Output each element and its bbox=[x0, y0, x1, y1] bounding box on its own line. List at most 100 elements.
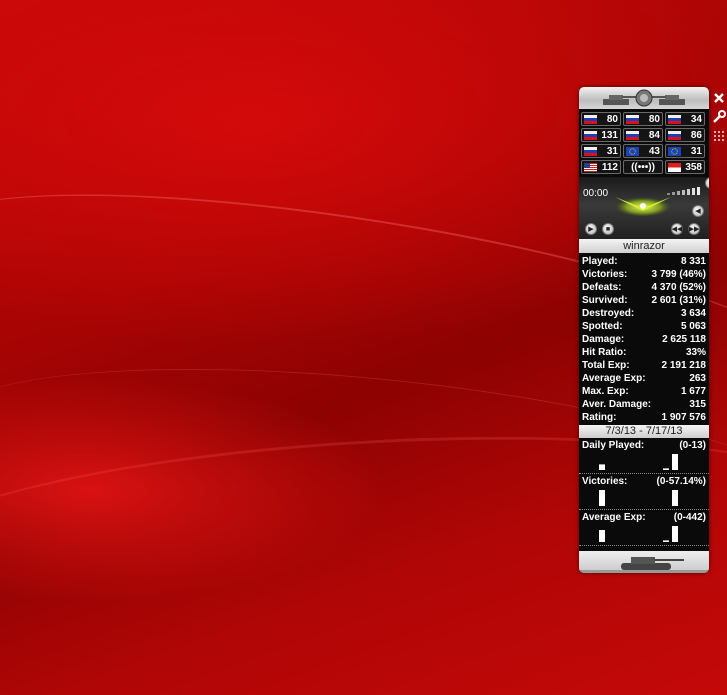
tank-count: 34 bbox=[690, 113, 702, 125]
nation-cell-ussr: 80 bbox=[623, 112, 663, 126]
tank-count: 358 bbox=[685, 161, 702, 173]
nation-cell-singapore: 358 bbox=[665, 160, 705, 174]
stat-row: Max. Exp: 1 677 bbox=[582, 385, 706, 398]
stat-value: 33% bbox=[685, 347, 706, 358]
nation-cell-ussr: 80 bbox=[581, 112, 621, 126]
nation-cell-ussr: 131 bbox=[581, 128, 621, 142]
eu-flag-icon bbox=[626, 146, 639, 156]
mini-chart: Daily Played: (0-13) bbox=[579, 438, 709, 474]
nation-cell-ussr: 31 bbox=[581, 144, 621, 158]
stat-row: Damage: 2 625 118 bbox=[582, 333, 706, 346]
broadcast-icon: ((•••)) bbox=[631, 161, 655, 173]
tank-count: 43 bbox=[648, 145, 660, 157]
stat-value: 8 331 bbox=[680, 256, 706, 267]
stat-row: Aver. Damage: 315 bbox=[582, 398, 706, 411]
stat-value: 2 625 118 bbox=[662, 334, 706, 345]
nation-cell-usa: 112 bbox=[581, 160, 621, 174]
stat-value: 3 634 bbox=[680, 308, 706, 319]
stat-label: Average Exp: bbox=[582, 373, 646, 384]
stat-value: 3 799 (46%) bbox=[651, 269, 706, 280]
mini-chart-bar bbox=[663, 468, 669, 470]
stat-label: Aver. Damage: bbox=[582, 399, 652, 410]
stat-label: Destroyed: bbox=[582, 308, 635, 319]
username-label: winrazor bbox=[579, 239, 709, 253]
mini-charts: Daily Played: (0-13) Victories: (0-57.14%) A… bbox=[579, 438, 709, 546]
tank-count: 112 bbox=[601, 161, 618, 173]
mini-chart: Victories: (0-57.14%) bbox=[579, 474, 709, 510]
tank-count: 31 bbox=[690, 145, 702, 157]
ussr-flag-icon bbox=[626, 130, 639, 140]
stat-label: Survived: bbox=[582, 295, 628, 306]
tank-count: 131 bbox=[601, 129, 618, 141]
mute-button[interactable] bbox=[705, 177, 709, 189]
ussr-flag-icon bbox=[584, 114, 597, 124]
wot-stats-gadget[interactable]: 80 80 34 131 84 86 31 43 31 112 ((•••)) 358 00:00 bbox=[579, 87, 709, 573]
singapore-flag-icon bbox=[668, 162, 681, 172]
nation-cell-eu: 43 bbox=[623, 144, 663, 158]
mini-chart-bar bbox=[599, 464, 605, 470]
stat-value: 2 601 (31%) bbox=[651, 295, 706, 306]
nation-cell-broadcast: ((•••)) bbox=[623, 160, 663, 174]
stat-label: Max. Exp: bbox=[582, 386, 629, 397]
stat-row: Played: 8 331 bbox=[582, 255, 706, 268]
stop-button[interactable]: ■ bbox=[602, 223, 614, 235]
stat-row: Spotted: 5 063 bbox=[582, 320, 706, 333]
close-icon[interactable] bbox=[712, 91, 726, 105]
wrench-icon[interactable] bbox=[712, 110, 726, 124]
stat-label: Played: bbox=[582, 256, 618, 267]
grip-icon[interactable] bbox=[713, 130, 725, 144]
stat-label: Damage: bbox=[582, 334, 625, 345]
stat-row: Hit Ratio: 33% bbox=[582, 346, 706, 359]
stat-row: Rating: 1 907 576 bbox=[582, 411, 706, 424]
tank-count: 86 bbox=[690, 129, 702, 141]
stat-label: Spotted: bbox=[582, 321, 623, 332]
stat-label: Defeats: bbox=[582, 282, 622, 293]
tank-logo-icon bbox=[603, 89, 685, 107]
ussr-flag-icon bbox=[668, 130, 681, 140]
play-button[interactable]: ▶ bbox=[585, 223, 597, 235]
mini-chart: Average Exp: (0-442) bbox=[579, 510, 709, 546]
previous-button[interactable]: ◀◀ bbox=[671, 223, 683, 235]
drag-handle[interactable] bbox=[711, 128, 727, 146]
stat-value: 1 907 576 bbox=[661, 412, 707, 423]
visualizer-glow bbox=[615, 196, 671, 216]
mini-chart-bar bbox=[672, 526, 678, 542]
stat-label: Total Exp: bbox=[582, 360, 630, 371]
nation-cell-ussr: 84 bbox=[623, 128, 663, 142]
mini-chart-bars bbox=[599, 454, 678, 470]
stat-label: Hit Ratio: bbox=[582, 347, 627, 358]
next-button[interactable]: ▶▶ bbox=[688, 223, 700, 235]
tank-count: 80 bbox=[606, 113, 618, 125]
eu-flag-icon bbox=[668, 146, 681, 156]
close-button[interactable] bbox=[711, 89, 727, 107]
date-range: 7/3/13 - 7/17/13 bbox=[579, 425, 709, 438]
stat-label: Rating: bbox=[582, 412, 617, 423]
tank-count: 84 bbox=[648, 129, 660, 141]
mini-chart-bars bbox=[599, 526, 678, 542]
stat-row: Total Exp: 2 191 218 bbox=[582, 359, 706, 372]
usa-flag-icon bbox=[584, 162, 597, 172]
stat-row: Destroyed: 3 634 bbox=[582, 307, 706, 320]
stat-value: 315 bbox=[689, 399, 706, 410]
nation-tank-counts: 80 80 34 131 84 86 31 43 31 112 ((•••)) 358 bbox=[579, 109, 709, 174]
ussr-flag-icon bbox=[584, 130, 597, 140]
stat-row: Defeats: 4 370 (52%) bbox=[582, 281, 706, 294]
stat-value: 263 bbox=[689, 373, 706, 384]
tank-count: 31 bbox=[606, 145, 618, 157]
settings-button[interactable] bbox=[711, 108, 727, 126]
mini-chart-bar bbox=[599, 490, 605, 506]
ussr-flag-icon bbox=[668, 114, 681, 124]
tank-banner bbox=[579, 87, 709, 109]
media-player[interactable]: 00:00 ◀ ▶ ■ ◀◀ ▶▶ bbox=[579, 177, 709, 239]
mini-chart-bar bbox=[672, 454, 678, 470]
stat-value: 5 063 bbox=[680, 321, 706, 332]
mini-chart-bar bbox=[672, 490, 678, 506]
nation-cell-ussr: 86 bbox=[665, 128, 705, 142]
stat-value: 1 677 bbox=[680, 386, 706, 397]
stat-label: Victories: bbox=[582, 269, 628, 280]
volume-button[interactable]: ◀ bbox=[692, 205, 704, 217]
tank-count: 80 bbox=[648, 113, 660, 125]
tank-footer-banner bbox=[579, 551, 709, 573]
stat-value: 4 370 (52%) bbox=[651, 282, 706, 293]
mini-chart-bar bbox=[599, 530, 605, 542]
